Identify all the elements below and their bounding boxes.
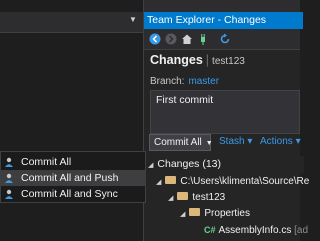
expand-triangle-icon[interactable]: ◢ (156, 179, 161, 186)
tree-item-label: test123 (192, 192, 226, 203)
folder-icon (165, 176, 177, 185)
branch-label: Branch: (150, 76, 185, 87)
editor-area (0, 0, 143, 241)
menu-item-label: Commit All (21, 156, 72, 168)
team-explorer-toolbar (144, 29, 300, 49)
commit-icon (5, 157, 13, 167)
commit-all-button[interactable]: Commit All ▼ (149, 134, 213, 151)
expand-triangle-icon[interactable]: ◢ (180, 211, 185, 218)
editor-header-bar (0, 12, 143, 33)
refresh-icon[interactable] (218, 32, 232, 46)
panel-title: Team Explorer - Changes (144, 12, 303, 29)
menu-item-commit-all-and-sync[interactable]: Commit All and Sync (1, 186, 145, 202)
chevron-down-icon[interactable]: ▼ (129, 15, 139, 25)
actions-link[interactable]: Actions ▾ (260, 136, 301, 147)
changes-header-label: Changes (13) (157, 158, 222, 170)
csharp-file-icon: C# (204, 225, 216, 235)
connect-plug-icon[interactable] (196, 32, 210, 46)
menu-item-label: Commit All and Push (21, 172, 119, 184)
commit-sync-icon (5, 189, 13, 199)
branch-link[interactable]: master (188, 76, 219, 87)
tree-item[interactable]: ◢ Properties (180, 206, 250, 222)
expand-triangle-icon[interactable]: ◢ (148, 162, 153, 169)
toolbar-divider (144, 49, 300, 50)
commit-push-icon (5, 173, 13, 183)
title-separator: | (205, 53, 210, 67)
folder-icon (189, 208, 201, 217)
home-icon[interactable] (180, 32, 194, 46)
page-title-text: Changes (150, 53, 203, 67)
tree-item-label: C:\Users\klimenta\Source\Re (180, 176, 310, 187)
commit-all-label: Commit All (154, 137, 202, 148)
branch-line: Branch: master (150, 76, 219, 87)
menu-item-commit-all[interactable]: Commit All (1, 154, 145, 170)
tree-item[interactable]: ◢ C:\Users\klimenta\Source\Re (156, 174, 309, 190)
repo-name: test123 (212, 56, 245, 67)
menu-item-commit-all-and-push[interactable]: Commit All and Push (1, 170, 145, 186)
commit-dropdown-menu: Commit All Commit All and Push Commit Al… (0, 151, 146, 203)
panel-top-strip (144, 0, 300, 12)
team-explorer-panel: Team Explorer - Changes Changes | test123 … (144, 0, 309, 241)
chevron-down-icon: ▼ (205, 140, 213, 147)
folder-icon (177, 192, 189, 201)
tree-item-label: AssemblyInfo.cs (218, 225, 292, 236)
tree-item-label: Properties (204, 208, 250, 219)
changes-section-header[interactable]: ◢ Changes (13) (144, 156, 304, 173)
forward-arrow-icon[interactable] (164, 32, 178, 46)
tree-item-status: [ad (291, 225, 309, 236)
tree-item[interactable]: C# AssemblyInfo.cs [ad (204, 222, 308, 238)
stash-link[interactable]: Stash ▾ (219, 136, 252, 147)
expand-triangle-icon[interactable]: ◢ (168, 195, 173, 202)
page-title: Changes | test123 (150, 53, 245, 67)
tree-item[interactable]: ◢ test123 (168, 190, 225, 206)
back-arrow-icon[interactable] (148, 32, 162, 46)
menu-item-label: Commit All and Sync (21, 188, 118, 200)
commit-message-input[interactable]: First commit (150, 90, 300, 134)
